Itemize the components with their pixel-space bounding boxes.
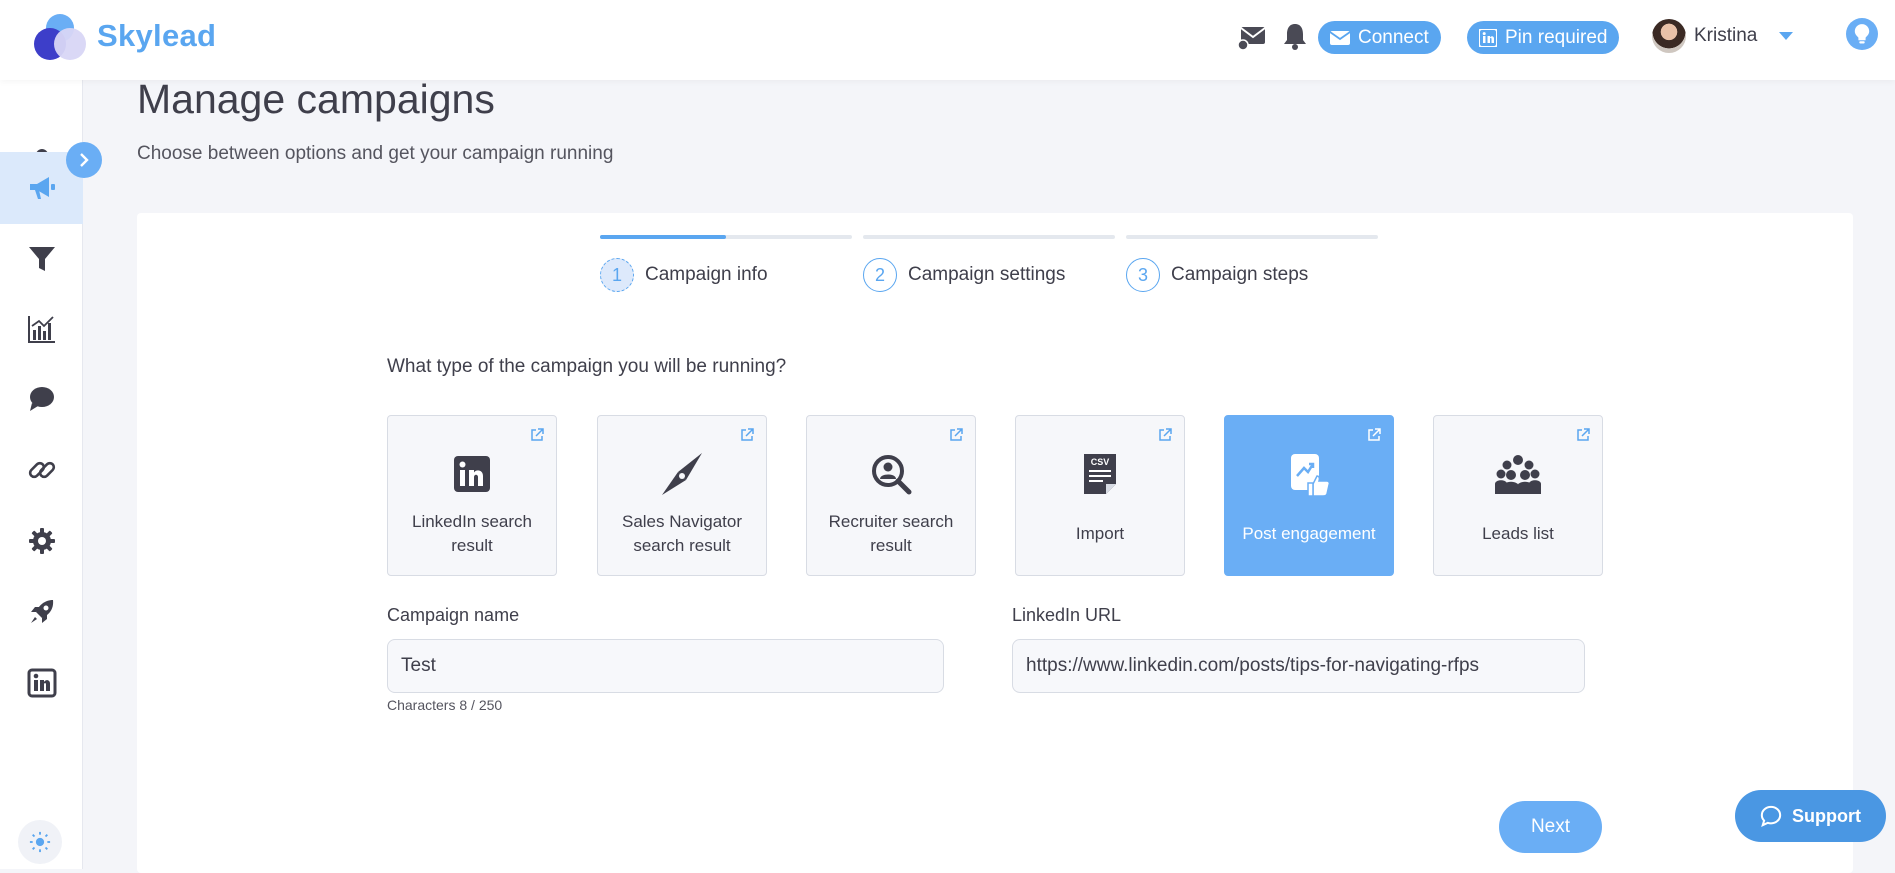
sidebar-item-linkedin-accounts[interactable] bbox=[0, 648, 83, 718]
top-header: Skylead Connect Pin required Kristina bbox=[0, 0, 1895, 80]
svg-text:CSV: CSV bbox=[1091, 457, 1110, 467]
csv-icon: CSV bbox=[1084, 454, 1116, 494]
chat-icon bbox=[29, 387, 54, 411]
campaign-type-sales-navigator[interactable]: Sales Navigator search result bbox=[597, 415, 767, 576]
page-title: Manage campaigns bbox=[137, 76, 495, 122]
next-button[interactable]: Next bbox=[1499, 801, 1602, 853]
pin-required-button[interactable]: Pin required bbox=[1467, 21, 1620, 54]
step-campaign-info[interactable]: 1 Campaign info bbox=[600, 258, 768, 292]
avatar bbox=[1652, 19, 1686, 53]
campaign-type-linkedin-search[interactable]: LinkedIn search result bbox=[387, 415, 557, 576]
campaign-type-label: Sales Navigator search result bbox=[621, 512, 742, 555]
campaign-type-label: Post engagement bbox=[1242, 524, 1376, 543]
step-campaign-settings[interactable]: 2 Campaign settings bbox=[863, 258, 1065, 292]
step-progress-bar-1 bbox=[600, 235, 852, 239]
brand-name[interactable]: Skylead bbox=[97, 18, 216, 54]
sun-icon bbox=[29, 831, 51, 853]
bell-icon[interactable] bbox=[1279, 20, 1311, 52]
chart-icon bbox=[27, 316, 55, 343]
envelope-icon bbox=[1330, 30, 1350, 45]
external-link-icon[interactable] bbox=[1367, 428, 1381, 442]
external-link-icon[interactable] bbox=[530, 428, 544, 442]
sidebar-item-integrations[interactable] bbox=[0, 435, 83, 505]
leads-list-icon bbox=[1495, 455, 1541, 494]
linkedin-icon bbox=[27, 668, 56, 698]
skylead-logo-icon[interactable] bbox=[34, 14, 90, 62]
sidebar-item-inbox[interactable] bbox=[0, 364, 83, 434]
campaign-type-label: Leads list bbox=[1482, 524, 1554, 543]
support-label: Support bbox=[1792, 805, 1861, 826]
campaign-type-post-engagement[interactable]: Post engagement bbox=[1224, 415, 1394, 576]
campaign-type-leads-list[interactable]: Leads list bbox=[1433, 415, 1603, 576]
linkedin-icon bbox=[1479, 28, 1497, 47]
character-counter: Characters 8 / 250 bbox=[387, 697, 503, 713]
chevron-down-icon bbox=[1779, 32, 1794, 40]
theme-toggle-button[interactable] bbox=[18, 820, 62, 864]
gear-icon bbox=[28, 528, 55, 554]
campaign-type-recruiter-search[interactable]: Recruiter search result bbox=[806, 415, 976, 576]
step-number: 1 bbox=[600, 258, 634, 292]
page-subtitle: Choose between options and get your camp… bbox=[137, 143, 614, 164]
chevron-right-icon bbox=[80, 153, 89, 167]
user-menu[interactable]: Kristina bbox=[1652, 19, 1794, 53]
step-label: Campaign settings bbox=[908, 264, 1066, 285]
external-link-icon[interactable] bbox=[1158, 428, 1172, 442]
post-engagement-icon bbox=[1291, 454, 1331, 497]
step-label: Campaign info bbox=[645, 264, 768, 285]
recruiter-search-icon bbox=[872, 455, 912, 495]
step-progress-bar-3 bbox=[1126, 235, 1378, 239]
external-link-icon[interactable] bbox=[949, 428, 963, 442]
rocket-icon bbox=[30, 600, 53, 623]
campaign-type-label: LinkedIn search result bbox=[411, 512, 533, 555]
campaign-type-label: Import bbox=[1075, 524, 1125, 543]
sidebar-item-statistics[interactable] bbox=[0, 294, 83, 364]
external-link-icon[interactable] bbox=[740, 428, 754, 442]
sidebar-item-onboarding[interactable] bbox=[0, 577, 83, 647]
envelope-icon[interactable] bbox=[1237, 20, 1269, 52]
linkedin-url-label: LinkedIn URL bbox=[1012, 605, 1122, 625]
connect-label: Connect bbox=[1358, 26, 1429, 48]
lightbulb-icon[interactable] bbox=[1846, 18, 1878, 50]
filter-icon bbox=[28, 247, 55, 271]
sidebar-item-filters[interactable] bbox=[0, 224, 83, 294]
step-campaign-steps[interactable]: 3 Campaign steps bbox=[1126, 258, 1308, 292]
sidebar-collapse-button[interactable] bbox=[66, 142, 102, 178]
connect-button[interactable]: Connect bbox=[1318, 21, 1441, 54]
linkedin-icon bbox=[454, 456, 490, 492]
compass-icon bbox=[662, 453, 702, 495]
campaign-type-label: Recruiter search result bbox=[828, 512, 954, 555]
pin-required-label: Pin required bbox=[1505, 26, 1608, 48]
linkedin-url-input[interactable]: https://www.linkedin.com/posts/tips-for-… bbox=[1012, 639, 1585, 693]
step-number: 3 bbox=[1126, 258, 1160, 292]
support-button[interactable]: Support bbox=[1735, 790, 1886, 842]
chat-bubble-icon bbox=[1760, 805, 1782, 827]
megaphone-icon bbox=[29, 177, 55, 199]
user-name: Kristina bbox=[1694, 25, 1758, 46]
sidebar-item-settings[interactable] bbox=[0, 506, 83, 576]
campaign-name-input[interactable]: Test bbox=[387, 639, 944, 693]
campaign-type-question: What type of the campaign you will be ru… bbox=[387, 356, 787, 377]
external-link-icon[interactable] bbox=[1576, 428, 1590, 442]
sidebar bbox=[0, 80, 83, 869]
campaign-name-label: Campaign name bbox=[387, 605, 520, 625]
step-label: Campaign steps bbox=[1171, 264, 1309, 285]
step-number: 2 bbox=[863, 258, 897, 292]
campaign-type-import[interactable]: CSV Import bbox=[1015, 415, 1185, 576]
link-icon bbox=[28, 461, 55, 479]
step-progress-bar-2 bbox=[863, 235, 1115, 239]
